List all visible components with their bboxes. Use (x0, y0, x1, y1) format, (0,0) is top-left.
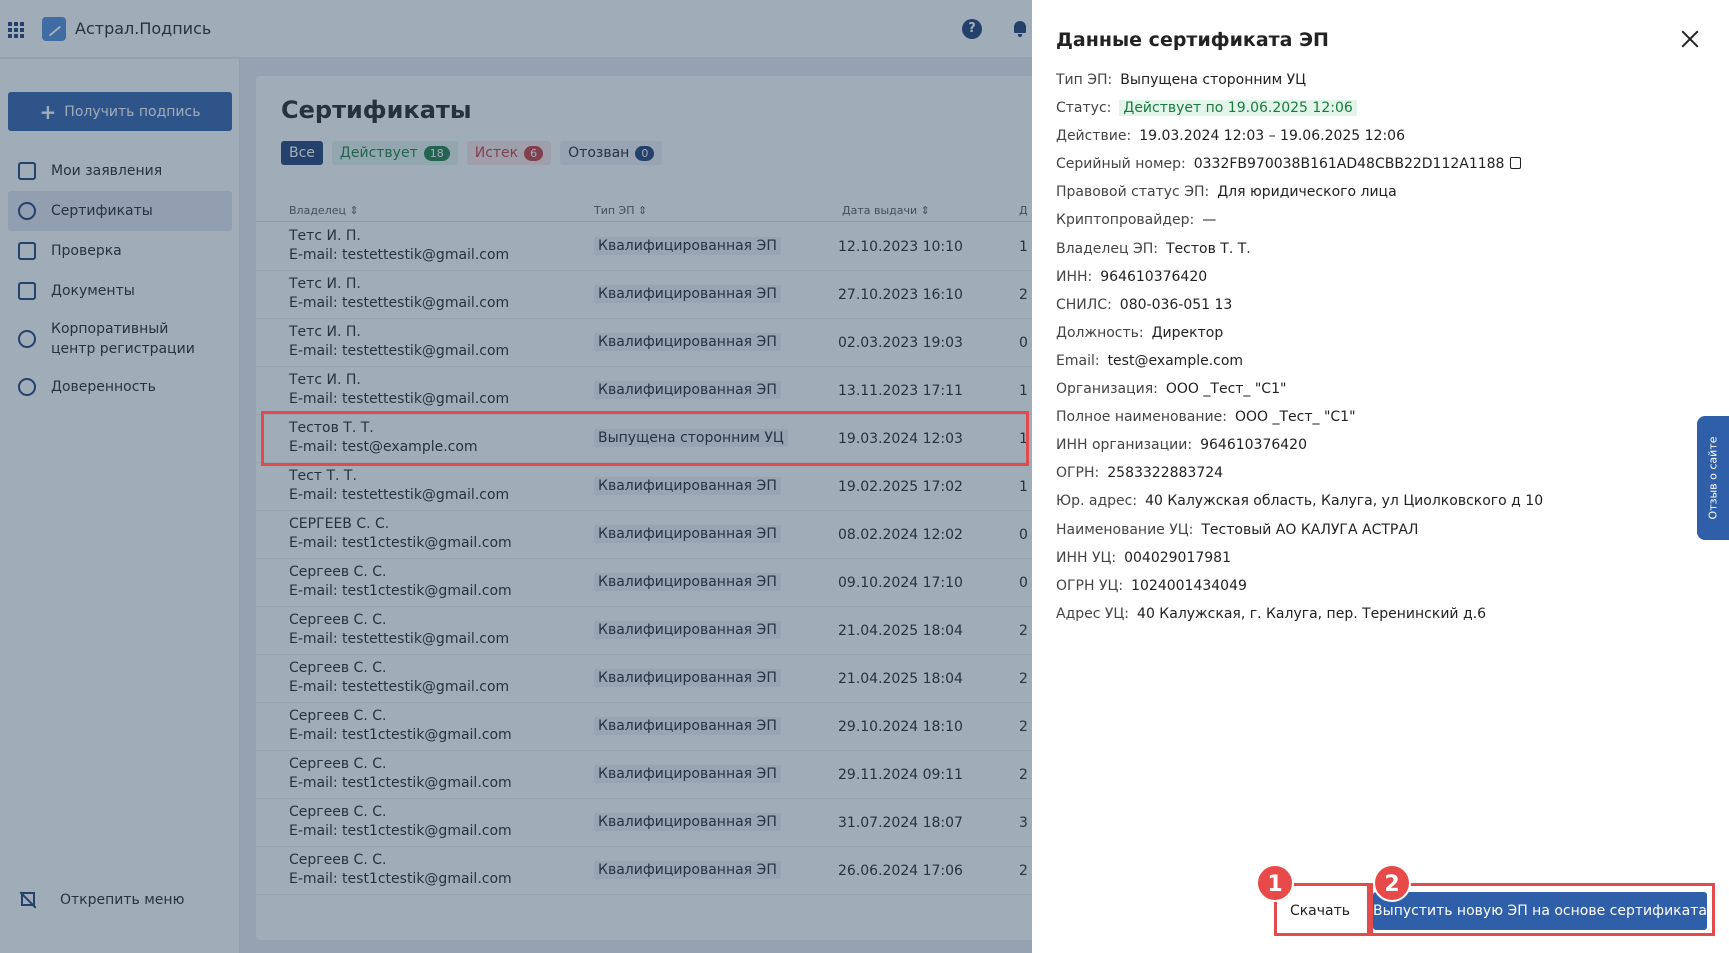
field-value: Тестовый АО КАЛУГА АСТРАЛ (1201, 521, 1419, 538)
field-value: ООО _Тест_ "С1" (1234, 409, 1356, 426)
detail-field: Действие: 19.03.2024 12:03 – 19.06.2025 1… (1056, 128, 1706, 156)
field-label: Организация: (1056, 381, 1158, 398)
certificate-details-panel: Данные сертификата ЭП Тип ЭП: Выпущена ст… (1032, 0, 1729, 953)
field-label: Тип ЭП: (1056, 72, 1113, 88)
field-value: 1024001434049 (1131, 577, 1247, 594)
feedback-label: Отзыв о сайте (1706, 436, 1720, 520)
step-badge-1: 1 (1256, 864, 1294, 902)
field-label: Серийный номер: (1056, 156, 1186, 173)
detail-field: ОГРН: 2583322883724 (1056, 465, 1706, 493)
field-label: СНИЛС: (1056, 296, 1112, 313)
field-value: 2583322883724 (1107, 465, 1224, 482)
detail-field: Полное наименование: ООО _Тест_ "С1" (1056, 409, 1706, 437)
field-value: 40 Калужская, г. Калуга, пер. Теренински… (1137, 605, 1487, 622)
copy-icon[interactable] (1510, 157, 1522, 170)
modal-backdrop[interactable] (0, 0, 1032, 953)
field-value: 004029017981 (1124, 549, 1231, 566)
detail-field: ИНН: 964610376420 (1056, 269, 1706, 297)
detail-field: Организация: ООО _Тест_ "С1" (1056, 381, 1706, 409)
certificate-fields: Тип ЭП: Выпущена сторонним УЦ Статус: Дейст… (1056, 72, 1706, 634)
field-value: Тестов Т. Т. (1166, 240, 1251, 257)
field-label: Криптопровайдер: (1056, 212, 1195, 229)
step-badge-2: 2 (1373, 864, 1411, 902)
feedback-tab[interactable]: Отзыв о сайте (1697, 416, 1729, 540)
highlight-frame-issue (1370, 883, 1715, 936)
field-value: 964610376420 (1200, 437, 1307, 454)
field-label: Наименование УЦ: (1056, 521, 1194, 538)
field-value: 40 Калужская область, Калуга, ул Циолков… (1145, 493, 1544, 510)
detail-field: Email: test@example.com (1056, 353, 1706, 381)
field-value: Директор (1151, 324, 1224, 341)
detail-field: Адрес УЦ: 40 Калужская, г. Калуга, пер. Т… (1056, 606, 1706, 634)
field-label: Юр. адрес: (1056, 493, 1138, 510)
field-label: Действие: (1056, 128, 1132, 145)
field-label: Владелец ЭП: (1056, 240, 1158, 257)
field-label: Email: (1056, 352, 1100, 369)
detail-field: Юр. адрес: 40 Калужская область, Калуга, … (1056, 493, 1706, 521)
field-value: Для юридического лица (1217, 184, 1397, 201)
field-label: Должность: (1056, 324, 1144, 341)
detail-field: ОГРН УЦ: 1024001434049 (1056, 578, 1706, 606)
field-value: Выпущена сторонним УЦ (1120, 72, 1307, 88)
detail-field: Правовой статус ЭП: Для юридического лица (1056, 184, 1706, 212)
field-label: Статус: (1056, 100, 1112, 117)
field-label: ИНН организации: (1056, 437, 1193, 454)
field-label: ОГРН УЦ: (1056, 577, 1124, 594)
field-value: test@example.com (1107, 352, 1244, 369)
panel-title: Данные сертификата ЭП (1056, 29, 1329, 51)
field-value: ООО _Тест_ "С1" (1165, 381, 1287, 398)
detail-field: ИНН УЦ: 004029017981 (1056, 550, 1706, 578)
field-label: Правовой статус ЭП: (1056, 184, 1210, 201)
field-label: ИНН: (1056, 268, 1093, 285)
field-value: 080-036-051 13 (1119, 296, 1233, 313)
detail-field: ИНН организации: 964610376420 (1056, 437, 1706, 465)
detail-field: Должность: Директор (1056, 325, 1706, 353)
detail-field: Статус: Действует по 19.06.2025 12:06 (1056, 100, 1706, 128)
field-label: Адрес УЦ: (1056, 605, 1130, 622)
detail-field: Серийный номер: 0332FB970038B161AD48CBB22… (1056, 156, 1706, 184)
detail-field: Криптопровайдер: — (1056, 212, 1706, 240)
field-value: 964610376420 (1100, 268, 1208, 285)
field-value: 0332FB970038B161AD48CBB22D112A1188 (1193, 156, 1505, 173)
field-value: 19.03.2024 12:03 – 19.06.2025 12:06 (1139, 128, 1405, 145)
detail-field: Наименование УЦ: Тестовый АО КАЛУГА АСТРА… (1056, 522, 1706, 550)
detail-field: СНИЛС: 080-036-051 13 (1056, 297, 1706, 325)
field-label: ОГРН: (1056, 465, 1100, 482)
field-value: — (1202, 212, 1217, 229)
field-label: Полное наименование: (1056, 409, 1227, 426)
field-value: Действует по 19.06.2025 12:06 (1119, 100, 1357, 117)
detail-field: Тип ЭП: Выпущена сторонним УЦ (1056, 72, 1706, 100)
close-icon[interactable] (1680, 29, 1700, 49)
field-label: ИНН УЦ: (1056, 549, 1117, 566)
highlighted-row-frame (261, 411, 1029, 466)
detail-field: Владелец ЭП: Тестов Т. Т. (1056, 241, 1706, 269)
